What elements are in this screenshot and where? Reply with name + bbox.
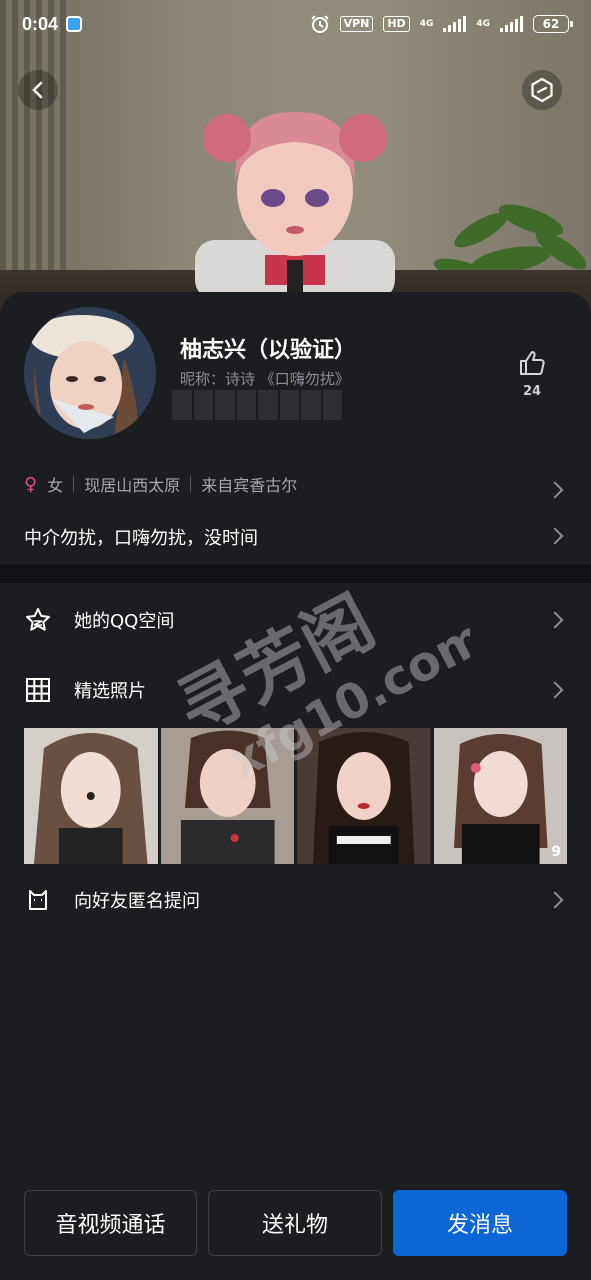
network-label-1: 4G — [419, 18, 434, 29]
status-bar: 0:04 VPN HD 4G 4G 62 — [0, 0, 591, 48]
photos-label: 精选照片 — [74, 681, 146, 702]
photos-row[interactable]: 精选照片 — [0, 662, 591, 718]
profile-name: 柚志兴（以验证） — [180, 338, 357, 363]
blurred-text — [172, 390, 342, 420]
signal-icon-1 — [443, 16, 467, 32]
photo-thumbnail[interactable] — [24, 728, 158, 864]
battery-level: 62 — [542, 17, 560, 31]
more-button[interactable] — [522, 70, 562, 110]
thumbs-up-icon — [520, 351, 545, 375]
chevron-right-icon — [546, 681, 564, 699]
chevron-right-icon — [546, 611, 564, 629]
network-label-2: 4G — [476, 18, 490, 29]
back-button[interactable] — [18, 70, 58, 110]
status-time: 0:04 — [22, 13, 59, 34]
info-separator — [190, 476, 192, 492]
grid-icon — [24, 676, 52, 704]
profile-nickname: 昵称：诗诗 《口嗨勿扰》 — [180, 370, 350, 388]
photo-thumbnail[interactable] — [160, 728, 294, 864]
photo-thumbnail[interactable] — [297, 728, 431, 864]
photo-image — [297, 728, 431, 864]
vpn-badge: VPN — [339, 16, 374, 32]
profile-info-row[interactable]: ♀ 女 现居山西太原 来自宾香古尔 — [24, 472, 567, 496]
like-count: 24 — [522, 384, 542, 399]
like-button[interactable]: 24 — [512, 348, 552, 399]
send-message-button[interactable]: 发消息 — [393, 1190, 567, 1256]
avatar-image — [24, 307, 156, 439]
network-type-1: 4G — [419, 18, 434, 29]
anonymous-question-row[interactable]: 向好友匿名提问 — [0, 872, 591, 928]
video-call-button[interactable]: 音视频通话 — [24, 1190, 197, 1256]
photo-count: 9 — [551, 844, 561, 860]
profile-card: 柚志兴（以验证） 昵称：诗诗 《口嗨勿扰》 24 ♀ 女 现居山西太原 来自宾香… — [0, 292, 591, 1280]
photo-image — [24, 728, 158, 864]
star-icon — [24, 606, 52, 634]
hexagon-settings-icon — [531, 77, 553, 103]
avatar[interactable] — [24, 307, 156, 439]
photo-image — [433, 728, 567, 864]
send-gift-button[interactable]: 送礼物 — [208, 1190, 382, 1256]
origin-label: 来自宾香古尔 — [201, 476, 298, 495]
cat-box-icon — [24, 886, 52, 914]
cover-3d-avatar — [195, 111, 395, 300]
chevron-right-icon — [546, 527, 564, 545]
residence-label: 现居山西太原 — [84, 476, 181, 495]
battery-icon: 62 — [533, 15, 573, 33]
chevron-right-icon — [546, 891, 564, 909]
app-notification-icon — [66, 16, 83, 32]
network-type-2: 4G — [476, 18, 490, 29]
gender-label: 女 — [47, 476, 64, 495]
qzone-label: 她的QQ空间 — [74, 611, 175, 632]
section-divider — [0, 565, 591, 583]
female-icon: ♀ — [24, 473, 38, 495]
qzone-row[interactable]: 她的QQ空间 — [0, 592, 591, 648]
photo-image — [160, 728, 294, 864]
profile-signature[interactable]: 中介勿扰，口嗨勿扰，没时间 — [24, 524, 258, 550]
alarm-icon — [310, 15, 329, 33]
chevron-left-icon — [32, 81, 43, 99]
photo-thumbnail[interactable]: 9 — [433, 728, 567, 864]
photo-strip: 9 — [24, 728, 567, 864]
signal-icon-2 — [500, 16, 523, 32]
hd-badge: HD — [383, 16, 410, 32]
profile-cover: 0:04 VPN HD 4G 4G 62 — [0, 0, 591, 330]
anonymous-question-label: 向好友匿名提问 — [74, 891, 200, 912]
info-separator — [73, 476, 75, 492]
